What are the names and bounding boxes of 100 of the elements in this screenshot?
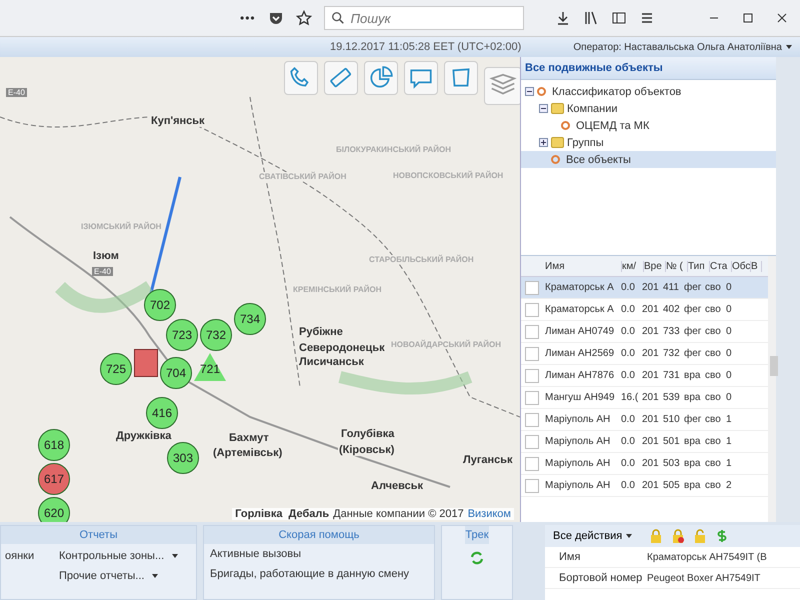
table-row[interactable]: Маріуполь АН 0.0 201 505 вра сво 2	[521, 475, 768, 497]
library-icon[interactable]	[584, 11, 598, 25]
menu-icon[interactable]	[640, 11, 654, 25]
circle-marker[interactable]: 734	[234, 303, 266, 335]
column-header[interactable]: В	[751, 260, 762, 272]
tree-item[interactable]: ОЦЕМД та МК	[521, 117, 776, 134]
row-checkbox[interactable]	[525, 390, 539, 404]
column-header[interactable]: № (	[666, 260, 688, 272]
expander-icon[interactable]	[539, 138, 548, 147]
row-checkbox[interactable]	[525, 280, 539, 294]
more-menu-icon[interactable]: •••	[240, 11, 256, 25]
report-menu-item[interactable]: оянки	[5, 550, 55, 562]
column-header[interactable]: Тип	[688, 260, 710, 272]
circle-marker[interactable]: 416	[146, 397, 178, 429]
row-checkbox[interactable]	[525, 324, 539, 338]
table-row[interactable]: Маріуполь АН 0.0 201 501 вра сво 1	[521, 431, 768, 453]
close-icon[interactable]	[776, 12, 788, 24]
table-cell-text: 16.(	[621, 392, 640, 403]
row-checkbox[interactable]	[525, 346, 539, 360]
attribution-text: Данные компании © 2017	[333, 508, 464, 520]
speech-bubble-icon[interactable]	[404, 61, 438, 95]
row-checkbox[interactable]	[525, 456, 539, 470]
table-cell-text: 0	[726, 392, 733, 403]
row-checkbox[interactable]	[525, 434, 539, 448]
table-cell-text: 1	[726, 458, 733, 469]
table-cell-text: сво	[705, 370, 722, 381]
row-checkbox[interactable]	[525, 302, 539, 316]
district-label: СТАРОБІЛЬСЬКИЙ РАЙОН	[368, 255, 475, 264]
attribution-link[interactable]: Визиком	[468, 508, 511, 520]
datetime-text: 19.12.2017 11:05:28 EET (UTC+02:00)	[330, 41, 522, 53]
group-title: Трек	[465, 526, 489, 544]
column-header[interactable]: Имя	[545, 260, 622, 272]
circle-marker[interactable]: 723	[166, 319, 198, 351]
table-row[interactable]: Маріуполь АН 0.0 201 503 вра сво 1	[521, 453, 768, 475]
circle-marker[interactable]: 617	[38, 463, 70, 495]
table-cell-text: 0	[726, 282, 733, 293]
row-checkbox[interactable]	[525, 368, 539, 382]
download-icon[interactable]	[556, 11, 570, 25]
scrollbar[interactable]	[768, 256, 776, 522]
table-cell-text: 503	[663, 458, 681, 469]
circle-marker[interactable]: 725	[100, 353, 132, 385]
table-row[interactable]: Лиман АН2569 0.0 201 732 фег сво 0	[521, 343, 768, 365]
expander-icon[interactable]	[525, 87, 534, 96]
report-menu-item[interactable]: Контрольные зоны...	[59, 550, 192, 562]
table-row[interactable]: Маріуполь АН 0.0 201 510 фег сво 1	[521, 409, 768, 431]
lock-icon[interactable]	[670, 528, 686, 544]
column-header[interactable]: Ста	[710, 260, 732, 272]
circle-marker[interactable]: 303	[167, 442, 199, 474]
tree-item[interactable]: Группы	[521, 134, 776, 151]
ruler-icon[interactable]	[324, 61, 358, 95]
city-label: Рубіжне	[298, 326, 344, 338]
table-row[interactable]: Краматорськ А 0.0 201 411 фег сво 0	[521, 277, 768, 299]
refresh-icon[interactable]	[469, 550, 485, 566]
circle-marker[interactable]: 618	[38, 429, 70, 461]
polygon-icon[interactable]	[444, 61, 478, 95]
table-row[interactable]: Мангуш АН949 16.( 201 539 вра сво 0	[521, 387, 768, 409]
column-header[interactable]: Вре	[644, 260, 666, 272]
tree-item[interactable]: Классификатор объектов	[521, 83, 776, 100]
circle-marker[interactable]: 620	[38, 497, 70, 522]
search-field[interactable]: Пошук	[324, 6, 524, 30]
caret-icon[interactable]	[786, 45, 792, 49]
city-label: Голубівка	[340, 428, 396, 440]
table-cell-text: 402	[663, 304, 681, 315]
sidebar-icon[interactable]	[612, 11, 626, 25]
maximize-icon[interactable]	[742, 12, 754, 24]
table-cell-text: 0	[726, 370, 733, 381]
layers-icon[interactable]	[484, 67, 520, 105]
expander-icon[interactable]	[539, 104, 548, 113]
square-marker[interactable]	[134, 349, 158, 377]
city-label: Северодонецьк	[298, 342, 386, 354]
table-cell-text: вра	[684, 392, 702, 403]
tree-item[interactable]: Компании	[521, 100, 776, 117]
column-header[interactable]: км/	[622, 260, 644, 272]
pie-chart-icon[interactable]	[364, 61, 398, 95]
pocket-icon[interactable]	[268, 10, 284, 26]
circle-marker[interactable]: 702	[144, 289, 176, 321]
ambulance-menu-item[interactable]: Бригады, работающие в данную смену	[204, 564, 434, 584]
circle-marker[interactable]: 732	[200, 319, 232, 351]
table-row[interactable]: Краматорськ А 0.0 201 402 фег сво 0	[521, 299, 768, 321]
table-row[interactable]: Лиман АН7876 0.0 201 731 вра сво 0	[521, 365, 768, 387]
table-cell-text: 0	[726, 348, 733, 359]
table-cell-text: сво	[705, 458, 722, 469]
column-header[interactable]: Обс	[732, 260, 751, 272]
table-cell-text: 201	[642, 392, 660, 403]
table-cell-text: 0.0	[621, 370, 636, 381]
table-cell-text: фег	[684, 282, 702, 293]
row-checkbox[interactable]	[525, 478, 539, 492]
ambulance-menu-item[interactable]: Активные вызовы	[204, 544, 434, 564]
row-checkbox[interactable]	[525, 412, 539, 426]
table-cell-text: 501	[663, 436, 681, 447]
operator-name[interactable]: Оператор: Наставальська Ольга Анатоліївна	[573, 42, 782, 52]
city-label: Алчевськ	[370, 480, 424, 492]
tree-item[interactable]: Все объекты	[521, 151, 776, 168]
star-icon[interactable]	[296, 10, 312, 26]
circle-marker[interactable]: 704	[160, 357, 192, 389]
phone-icon[interactable]	[284, 61, 318, 95]
table-row[interactable]: Лиман АН0749 0.0 201 733 фег сво 0	[521, 321, 768, 343]
table-cell-text: сво	[705, 414, 722, 425]
property-name: Бортовой номер	[558, 572, 644, 584]
report-menu-item[interactable]: Прочие отчеты...	[59, 570, 192, 582]
